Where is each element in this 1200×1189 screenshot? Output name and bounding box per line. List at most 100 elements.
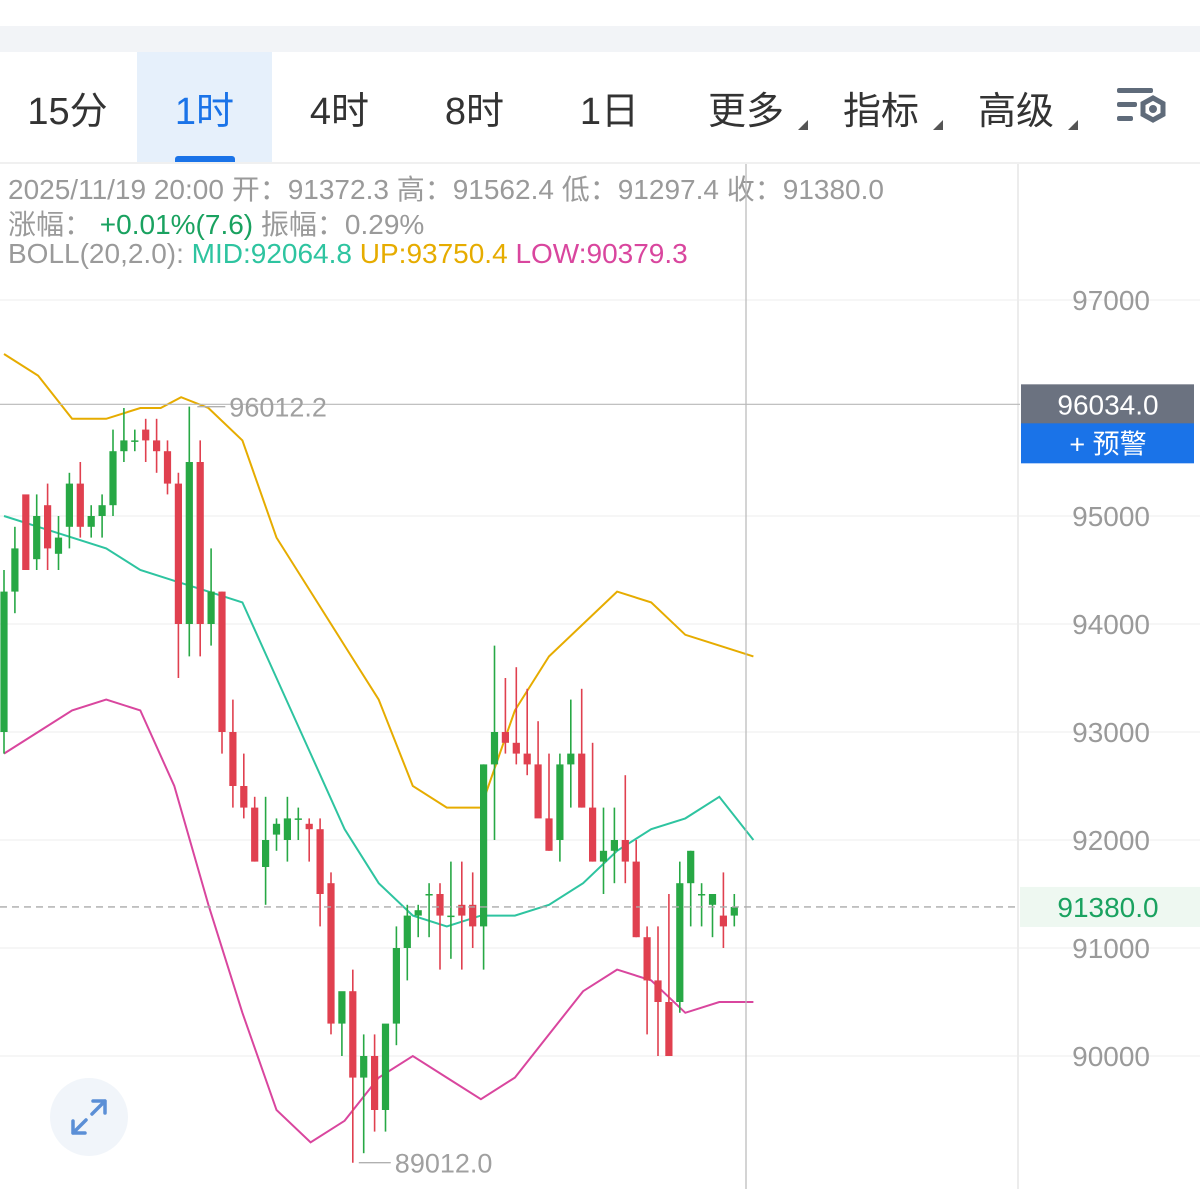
tab-1h[interactable]: 1时 [137, 52, 272, 162]
y-tick-label: 91000 [1072, 933, 1150, 964]
tab-8h[interactable]: 8时 [407, 52, 542, 162]
boll-row: BOLL(20,2.0): MID:92064.8 UP:93750.4 LOW… [8, 238, 688, 270]
y-tick-label: 90000 [1072, 1041, 1150, 1072]
candle-body [349, 991, 357, 1078]
boll-up-value: UP:93750.4 [359, 238, 508, 269]
candle-body [305, 823, 313, 830]
open-label: 开： [231, 174, 288, 205]
boll-mid-value: MID:92064.8 [191, 238, 352, 269]
candle-body [469, 904, 477, 927]
candle-body [22, 494, 30, 570]
candle-body [621, 840, 629, 862]
candle-body [632, 861, 640, 938]
change-label: 涨幅： [8, 209, 93, 240]
candle-body [523, 753, 531, 765]
candle-body [11, 548, 19, 592]
tab-label: 1日 [579, 90, 640, 133]
candle-body [501, 732, 509, 743]
y-tick-label: 94000 [1072, 609, 1150, 640]
chart-settings-icon[interactable] [1108, 52, 1178, 162]
candle-body [556, 764, 564, 840]
candle-body [163, 451, 172, 484]
candle-body [578, 753, 586, 808]
candle-body [207, 591, 215, 624]
candle-body [338, 991, 346, 1024]
candle-body [98, 505, 106, 516]
change-row: 涨幅： +0.01%(7.6) 振幅：0.29% [8, 203, 424, 243]
high-value: 91562.4 [452, 174, 554, 205]
candle-body [87, 516, 95, 527]
status-strip [0, 0, 1200, 26]
last-price-tag [1020, 886, 1200, 927]
candle-body [283, 818, 291, 840]
candle-body [272, 823, 281, 835]
interval-tabs: 15分 1时 4时 8时 1日 更多 指标 高级 [0, 52, 1200, 162]
high-label: 高： [396, 174, 453, 205]
y-tick-label: 92000 [1072, 825, 1150, 856]
tab-label: 15分 [27, 90, 108, 133]
open-value: 91372.3 [287, 174, 389, 205]
candle-body [480, 764, 488, 927]
candle-body [229, 732, 237, 786]
max-price-label: 96012.2 [229, 393, 327, 423]
amplitude-value: 0.29% [344, 209, 425, 240]
candle-body [708, 894, 717, 905]
alert-button [1021, 423, 1194, 464]
candle-body [360, 1056, 368, 1078]
candle-body [54, 537, 63, 554]
close-label: 收： [726, 174, 783, 205]
tab-advanced[interactable]: 高级 [950, 52, 1082, 162]
candle-body [196, 462, 204, 624]
bollinger-bands [3, 353, 755, 1144]
boll-low-value: LOW:90379.3 [515, 238, 688, 269]
tab-4h[interactable]: 4时 [272, 52, 407, 162]
candle-body [665, 1002, 673, 1056]
boll-upper-line [3, 353, 754, 809]
boll-mid-line [3, 515, 755, 928]
candle-body [240, 786, 248, 808]
ohlc-row: 2025/11/19 20:00 开：91372.3 高：91562.4 低：9… [8, 168, 884, 208]
candle-body [174, 483, 182, 624]
candles [0, 406, 738, 1163]
price-axis: 97000 95000 94000 93000 92000 91000 90000 96034… [1020, 285, 1200, 1072]
candle-body [153, 440, 161, 452]
tab-15min[interactable]: 15分 [0, 52, 135, 162]
tabs-divider [0, 162, 1200, 164]
change-value: +0.01%(7.6) [99, 209, 254, 240]
boll-lower-line [3, 698, 754, 1144]
chart-grid [0, 164, 1200, 1189]
candle-body [643, 937, 651, 981]
candle-body [730, 906, 738, 916]
candle-body [294, 818, 302, 820]
candle-body [425, 894, 433, 896]
candle-body [698, 894, 706, 896]
chart-overlay: 96012.2 89012.0 [0, 164, 1020, 1189]
candle-body [599, 850, 608, 862]
candle-body [262, 840, 270, 867]
candle-body [371, 1056, 379, 1110]
candle-body [316, 829, 324, 894]
candle-body [654, 980, 662, 1002]
candle-body [403, 915, 411, 948]
tab-label: 高级 [977, 90, 1054, 133]
tab-indicators[interactable]: 指标 [815, 52, 947, 162]
amplitude-label: 振幅： [260, 209, 345, 240]
expand-arrows-icon[interactable] [50, 1078, 128, 1156]
candle-body [185, 462, 193, 624]
candle-body [218, 591, 226, 732]
candle-body [414, 910, 422, 916]
tab-1d[interactable]: 1日 [542, 52, 677, 162]
candle-body [44, 505, 52, 549]
candle-body [610, 840, 618, 851]
candle-body [687, 850, 695, 884]
candle-body [120, 440, 128, 452]
candle-body [567, 753, 575, 765]
candle-body [381, 1023, 390, 1110]
candle-body [142, 429, 150, 441]
candle-body [327, 883, 335, 1024]
candle-body [447, 915, 455, 918]
low-label: 低： [561, 174, 618, 205]
tab-more[interactable]: 更多 [680, 52, 812, 162]
tab-label: 8时 [444, 90, 505, 133]
dropdown-triangle-icon [798, 120, 808, 130]
